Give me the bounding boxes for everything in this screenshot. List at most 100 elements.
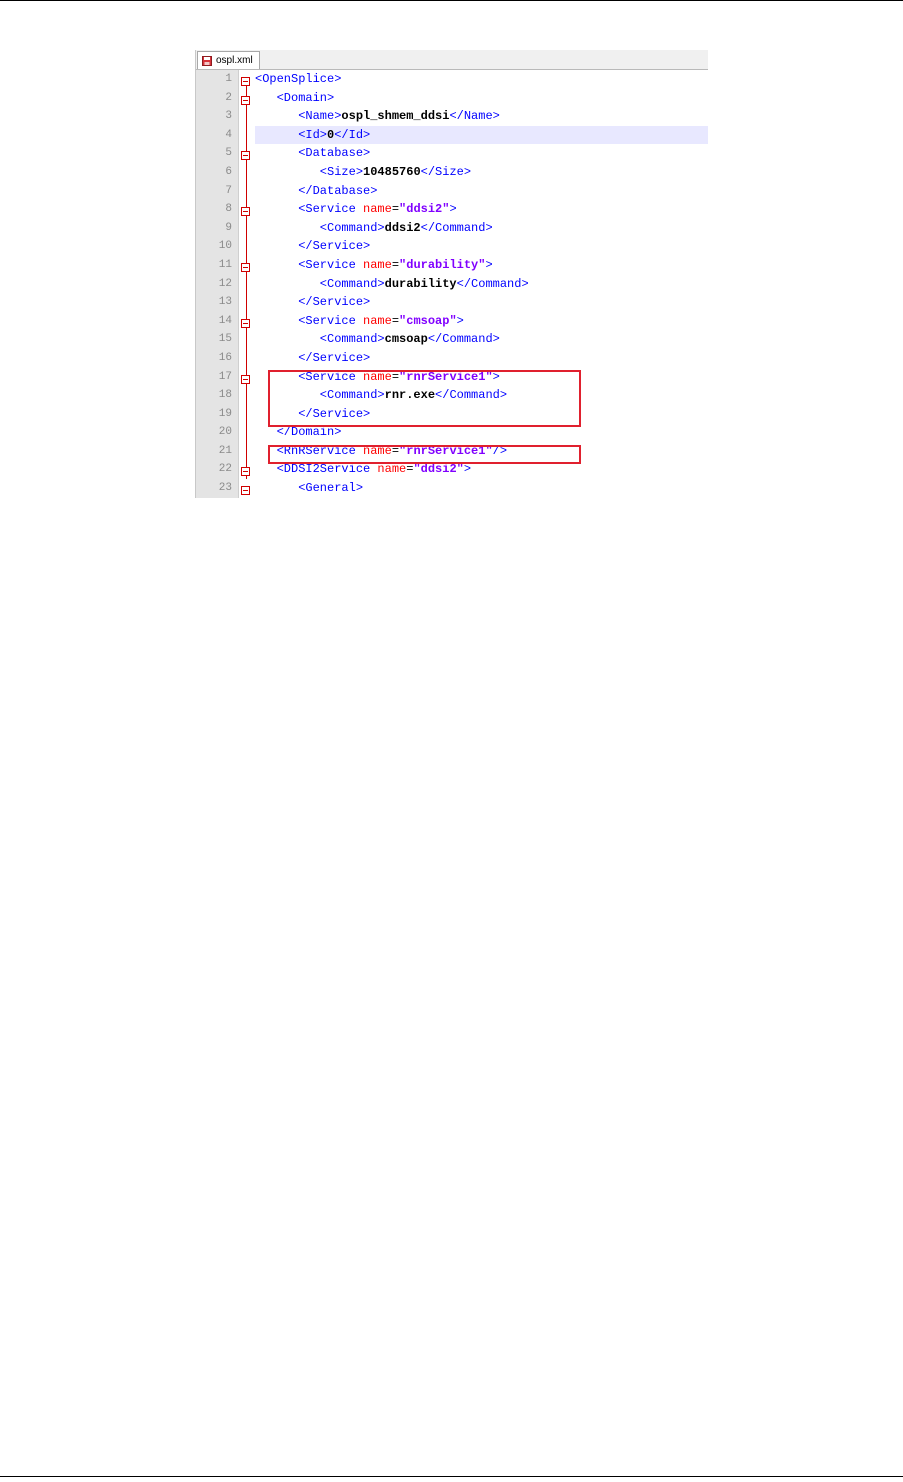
tab-label: ospl.xml <box>216 55 253 66</box>
token-val: "cmsoap" <box>399 313 457 328</box>
code-text: <Command>cmsoap</Command> <box>255 330 708 349</box>
code-text: </Service> <box>255 293 708 312</box>
line-number: 13 <box>218 296 232 309</box>
code-line[interactable]: 10 </Service> <box>196 237 708 256</box>
code-line[interactable]: 13 </Service> <box>196 293 708 312</box>
token-eq: = <box>391 202 400 217</box>
code-line[interactable]: 3 <Name>ospl_shmem_ddsi</Name> <box>196 107 708 126</box>
code-line[interactable]: 15 <Command>cmsoap</Command> <box>196 330 708 349</box>
code-line[interactable]: 5 <Database> <box>196 144 708 163</box>
code-text: </Service> <box>255 349 708 368</box>
token-tag: </Domain> <box>255 425 342 440</box>
token-tag: <Service <box>255 257 364 272</box>
token-tag: </Command> <box>427 332 500 347</box>
line-number: 9 <box>225 221 232 234</box>
code-text: <Service name="ddsi2"> <box>255 200 708 219</box>
token-tag: > <box>449 202 457 217</box>
code-line[interactable]: 4 <Id>0</Id> <box>196 125 708 145</box>
code-text: <Size>10485760</Size> <box>255 163 708 182</box>
token-tag: </Size> <box>420 164 472 179</box>
line-number: 11 <box>218 258 232 271</box>
token-tag: > <box>456 313 464 328</box>
save-icon <box>202 55 212 66</box>
token-tag: </Service> <box>255 295 371 310</box>
fold-toggle-icon[interactable] <box>241 93 250 105</box>
token-tag: <Id> <box>255 127 328 142</box>
token-tag: </Command> <box>456 276 529 291</box>
code-text: <Domain> <box>255 89 708 108</box>
code-line[interactable]: 8 <Service name="ddsi2"> <box>196 200 708 219</box>
code-text: <Database> <box>255 144 708 163</box>
token-tag: <Database> <box>255 146 371 161</box>
fold-toggle-icon[interactable] <box>241 316 250 328</box>
tab-ospl-xml[interactable]: ospl.xml <box>197 51 260 69</box>
fold-toggle-icon[interactable] <box>241 464 250 477</box>
token-tag: </Name> <box>449 109 500 124</box>
token-attr: name <box>363 202 392 217</box>
code-text: <Service name="cmsoap"> <box>255 312 708 331</box>
token-tag: </Database> <box>255 183 378 198</box>
line-number: 20 <box>218 426 232 439</box>
token-tag: <DDSI2Service <box>255 462 378 477</box>
token-eq: = <box>391 257 400 272</box>
code-line[interactable]: 1 <OpenSplice> <box>196 70 708 89</box>
token-val: "ddsi2" <box>399 202 450 217</box>
token-tag: <Command> <box>255 276 385 291</box>
line-number: 10 <box>218 240 232 253</box>
line-number: 7 <box>225 184 232 197</box>
code-editor[interactable]: 1 <OpenSplice> 2 <Domain> 3 <Name>ospl_shme… <box>196 70 708 498</box>
token-txt: durability <box>384 276 457 291</box>
line-number: 15 <box>218 333 232 346</box>
code-text: <Command>ddsi2</Command> <box>255 219 708 238</box>
code-line[interactable]: 9 <Command>ddsi2</Command> <box>196 219 708 238</box>
token-tag: </Service> <box>255 350 371 365</box>
code-text: <Service name="durability"> <box>255 256 708 275</box>
fold-toggle-icon[interactable] <box>241 260 250 272</box>
code-text: <Name>ospl_shmem_ddsi</Name> <box>255 107 708 126</box>
code-text: <Id>0</Id> <box>255 125 708 145</box>
line-number: 3 <box>225 110 232 123</box>
line-number: 22 <box>218 463 232 476</box>
code-line[interactable]: 6 <Size>10485760</Size> <box>196 163 708 182</box>
line-number: 17 <box>218 370 232 383</box>
fold-toggle-icon[interactable] <box>241 204 250 217</box>
code-text: </Service> <box>255 237 708 256</box>
token-tag: </Service> <box>255 239 371 254</box>
token-txt: 10485760 <box>363 164 421 179</box>
line-number: 18 <box>218 389 232 402</box>
code-text: </Database> <box>255 182 708 201</box>
token-attr: name <box>363 313 392 328</box>
token-val: "ddsi2" <box>413 462 464 477</box>
token-tag: <Name> <box>255 109 342 124</box>
line-number: 21 <box>218 444 232 457</box>
token-tag: > <box>463 462 472 477</box>
token-txt: ospl_shmem_ddsi <box>341 109 450 124</box>
token-tag: <Service <box>255 313 364 328</box>
page-bottom-rule <box>0 1476 903 1477</box>
code-line[interactable]: 14 <Service name="cmsoap"> <box>196 312 708 331</box>
token-tag: <Command> <box>255 332 385 347</box>
code-line[interactable]: 11 <Service name="durability"> <box>196 256 708 275</box>
code-line[interactable]: 23 <General> <box>196 479 708 498</box>
line-number: 19 <box>218 407 232 420</box>
code-line[interactable]: 12 <Command>durability</Command> <box>196 275 708 294</box>
editor-window: ospl.xml 1 <OpenSplice> 2 <Domain> 3 <Name>… <box>195 50 708 498</box>
fold-toggle-icon[interactable] <box>241 74 250 86</box>
code-line[interactable]: 7 </Database> <box>196 182 708 201</box>
code-line[interactable]: 16 </Service> <box>196 349 708 368</box>
token-tag: > <box>485 257 493 272</box>
code-line[interactable]: 2 <Domain> <box>196 89 708 108</box>
highlight-rnrservice <box>268 445 581 464</box>
page-top-rule <box>0 0 903 1</box>
token-attr: name <box>377 462 407 477</box>
fold-toggle-icon[interactable] <box>241 148 250 161</box>
code-text: <Command>durability</Command> <box>255 275 708 294</box>
line-number: 14 <box>218 314 232 327</box>
line-number: 6 <box>225 165 232 178</box>
fold-toggle-icon[interactable] <box>241 483 250 496</box>
fold-toggle-icon[interactable] <box>241 372 250 384</box>
token-tag: <Service <box>255 202 364 217</box>
token-tag: <Domain> <box>255 90 335 105</box>
line-number: 12 <box>218 277 232 290</box>
token-eq: = <box>391 313 400 328</box>
